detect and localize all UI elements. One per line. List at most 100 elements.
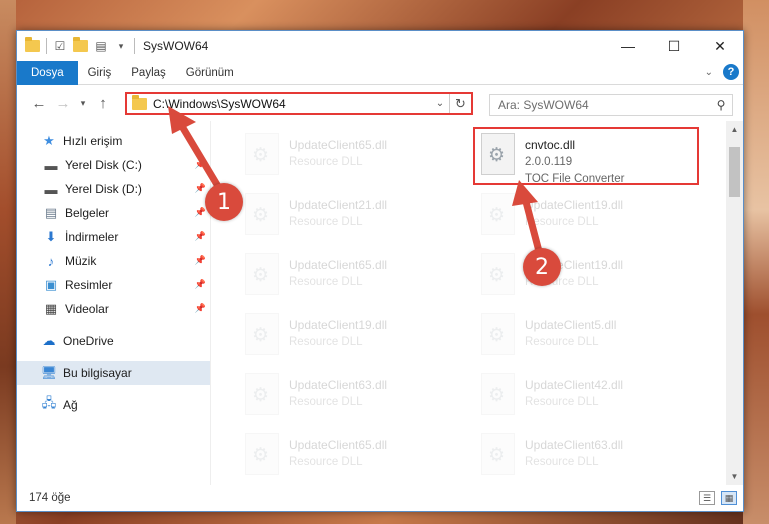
properties-icon[interactable]: ☑ — [53, 39, 67, 53]
dll-file-icon — [481, 433, 515, 475]
pin-icon: 📌 — [194, 183, 206, 193]
pin-icon: 📌 — [194, 279, 206, 289]
file-list: UpdateClient65.dllResource DLL UpdateCli… — [211, 121, 743, 485]
sidebar-item-onedrive[interactable]: ☁ OneDrive — [17, 329, 210, 353]
dll-file-icon — [481, 313, 515, 355]
title-bar: ☑ ▤ ▾ SysWOW64 — ☐ ✕ — [17, 31, 743, 61]
drive-icon: ▬ — [44, 181, 58, 197]
video-icon: ▦ — [44, 301, 58, 316]
sidebar-item-this-pc[interactable]: 🖥 Bu bilgisayar — [17, 361, 210, 385]
sidebar-item-disk-c[interactable]: ▬ Yerel Disk (C:) 📌 — [17, 153, 210, 177]
document-icon: ▤ — [44, 205, 58, 220]
close-button[interactable]: ✕ — [697, 31, 743, 61]
list-item[interactable]: UpdateClient19.dllResource DLL — [477, 247, 707, 307]
search-icon[interactable]: ⚲ — [710, 98, 732, 112]
view-switcher: ☰ ▦ — [699, 491, 737, 505]
window-controls: — ☐ ✕ — [605, 31, 743, 61]
sidebar-item-disk-d[interactable]: ▬ Yerel Disk (D:) 📌 — [17, 177, 210, 201]
picture-icon: ▣ — [44, 277, 58, 292]
arrow-up-icon[interactable]: ↑ — [91, 95, 115, 112]
navigation-bar: ← → ▾ ↑ C:\Windows\SysWOW64 ⌄ ↻ Ara: Sys… — [17, 85, 743, 121]
list-item[interactable]: UpdateClient63.dllResource DLL — [477, 427, 707, 487]
details-view-icon[interactable]: ☰ — [699, 491, 715, 505]
refresh-icon[interactable]: ↻ — [449, 94, 471, 113]
toolbar-separator — [46, 38, 47, 54]
ribbon-right-controls: ⌄ ? — [705, 64, 739, 80]
list-item[interactable]: UpdateClient19.dllResource DLL — [241, 307, 471, 367]
sidebar-item-network[interactable]: 🖧 Ağ — [17, 393, 210, 417]
desktop-background-right — [743, 0, 769, 524]
sidebar-item-pictures[interactable]: ▣ Resimler 📌 — [17, 273, 210, 297]
sidebar-item-downloads[interactable]: ⬇ İndirmeler 📌 — [17, 225, 210, 249]
address-dropdown-icon[interactable]: ⌄ — [431, 98, 449, 109]
dll-file-icon — [481, 193, 515, 235]
toolbar-separator — [134, 38, 135, 54]
sidebar-item-videos[interactable]: ▦ Videolar 📌 — [17, 297, 210, 321]
pin-icon: 📌 — [194, 207, 206, 217]
tab-giris[interactable]: Giriş — [78, 61, 122, 85]
network-icon: 🖧 — [41, 395, 57, 410]
tab-dosya[interactable]: Dosya — [17, 60, 78, 85]
quick-access-toolbar: ☑ ▤ ▾ — [25, 37, 135, 54]
sidebar-item-quick-access[interactable]: ★ Hızlı erişim — [17, 129, 210, 153]
list-item[interactable]: UpdateClient19.dllResource DLL — [477, 187, 707, 247]
dll-file-icon — [481, 253, 515, 295]
minimize-button[interactable]: — — [605, 31, 651, 61]
arrow-left-icon[interactable]: ← — [27, 95, 51, 112]
expand-ribbon-icon[interactable]: ⌄ — [705, 67, 713, 78]
new-folder-icon[interactable] — [73, 37, 88, 52]
drive-icon: ▬ — [44, 157, 58, 173]
computer-icon: 🖥 — [40, 365, 58, 380]
dll-file-icon — [245, 373, 279, 415]
step-callout-2: 2 — [523, 248, 561, 286]
help-icon[interactable]: ? — [723, 64, 739, 80]
sidebar-item-music[interactable]: ♪ Müzik 📌 — [17, 249, 210, 273]
dll-file-icon — [245, 433, 279, 475]
download-icon: ⬇ — [45, 229, 57, 244]
list-item[interactable]: UpdateClient5.dllResource DLL — [477, 307, 707, 367]
folder-icon — [25, 37, 40, 52]
pin-icon: 📌 — [194, 231, 206, 241]
list-item[interactable]: UpdateClient21.dllResource DLL — [241, 187, 471, 247]
customize-toolbar-icon[interactable]: ▤ — [94, 39, 108, 53]
pin-icon: 📌 — [194, 159, 206, 169]
dll-file-icon — [245, 313, 279, 355]
tab-gorunum[interactable]: Görünüm — [176, 61, 244, 85]
scroll-down-icon[interactable]: ▼ — [726, 468, 743, 485]
item-count: 174 öğe — [29, 492, 71, 504]
navigation-pane: ★ Hızlı erişim ▬ Yerel Disk (C:) 📌 ▬ Yer… — [17, 121, 211, 485]
explorer-window: ☑ ▤ ▾ SysWOW64 — ☐ ✕ Dosya Giriş Paylaş … — [16, 30, 744, 512]
sidebar-item-documents[interactable]: ▤ Belgeler 📌 — [17, 201, 210, 225]
search-box[interactable]: Ara: SysWOW64 ⚲ — [489, 94, 733, 116]
address-path[interactable]: C:\Windows\SysWOW64 — [153, 97, 431, 111]
list-item[interactable]: UpdateClient63.dllResource DLL — [241, 367, 471, 427]
step-callout-1: 1 — [205, 183, 243, 221]
address-bar[interactable]: C:\Windows\SysWOW64 ⌄ ↻ — [125, 92, 473, 115]
cloud-icon: ☁ — [42, 333, 56, 348]
list-item[interactable]: UpdateClient42.dllResource DLL — [477, 367, 707, 427]
scroll-up-icon[interactable]: ▲ — [726, 121, 743, 138]
tiles-view-icon[interactable]: ▦ — [721, 491, 737, 505]
tab-paylas[interactable]: Paylaş — [121, 61, 176, 85]
dll-file-icon — [245, 193, 279, 235]
arrow-right-icon[interactable]: → — [51, 95, 75, 112]
ribbon-tabs: Dosya Giriş Paylaş Görünüm ⌄ ? — [17, 60, 743, 85]
folder-icon — [132, 94, 147, 110]
star-icon: ★ — [43, 133, 55, 148]
maximize-button[interactable]: ☐ — [651, 31, 697, 61]
desktop-background-left — [0, 0, 16, 524]
dll-file-icon — [245, 253, 279, 295]
music-icon: ♪ — [47, 253, 55, 269]
file-highlight-box — [473, 127, 699, 185]
list-item[interactable]: UpdateClient65.dllResource DLL — [241, 127, 471, 187]
dll-file-icon — [481, 373, 515, 415]
search-input[interactable]: Ara: SysWOW64 — [498, 98, 710, 112]
chevron-down-icon[interactable]: ▾ — [75, 98, 91, 109]
list-item[interactable]: UpdateClient65.dllResource DLL — [241, 247, 471, 307]
pin-icon: 📌 — [194, 303, 206, 313]
list-item[interactable]: UpdateClient65.dllResource DLL — [241, 427, 471, 487]
scrollbar-thumb[interactable] — [729, 147, 740, 197]
status-bar: 174 öğe ☰ ▦ — [17, 485, 743, 511]
toolbar-dropdown-icon[interactable]: ▾ — [114, 39, 128, 53]
vertical-scrollbar[interactable]: ▲ ▼ — [726, 121, 743, 485]
